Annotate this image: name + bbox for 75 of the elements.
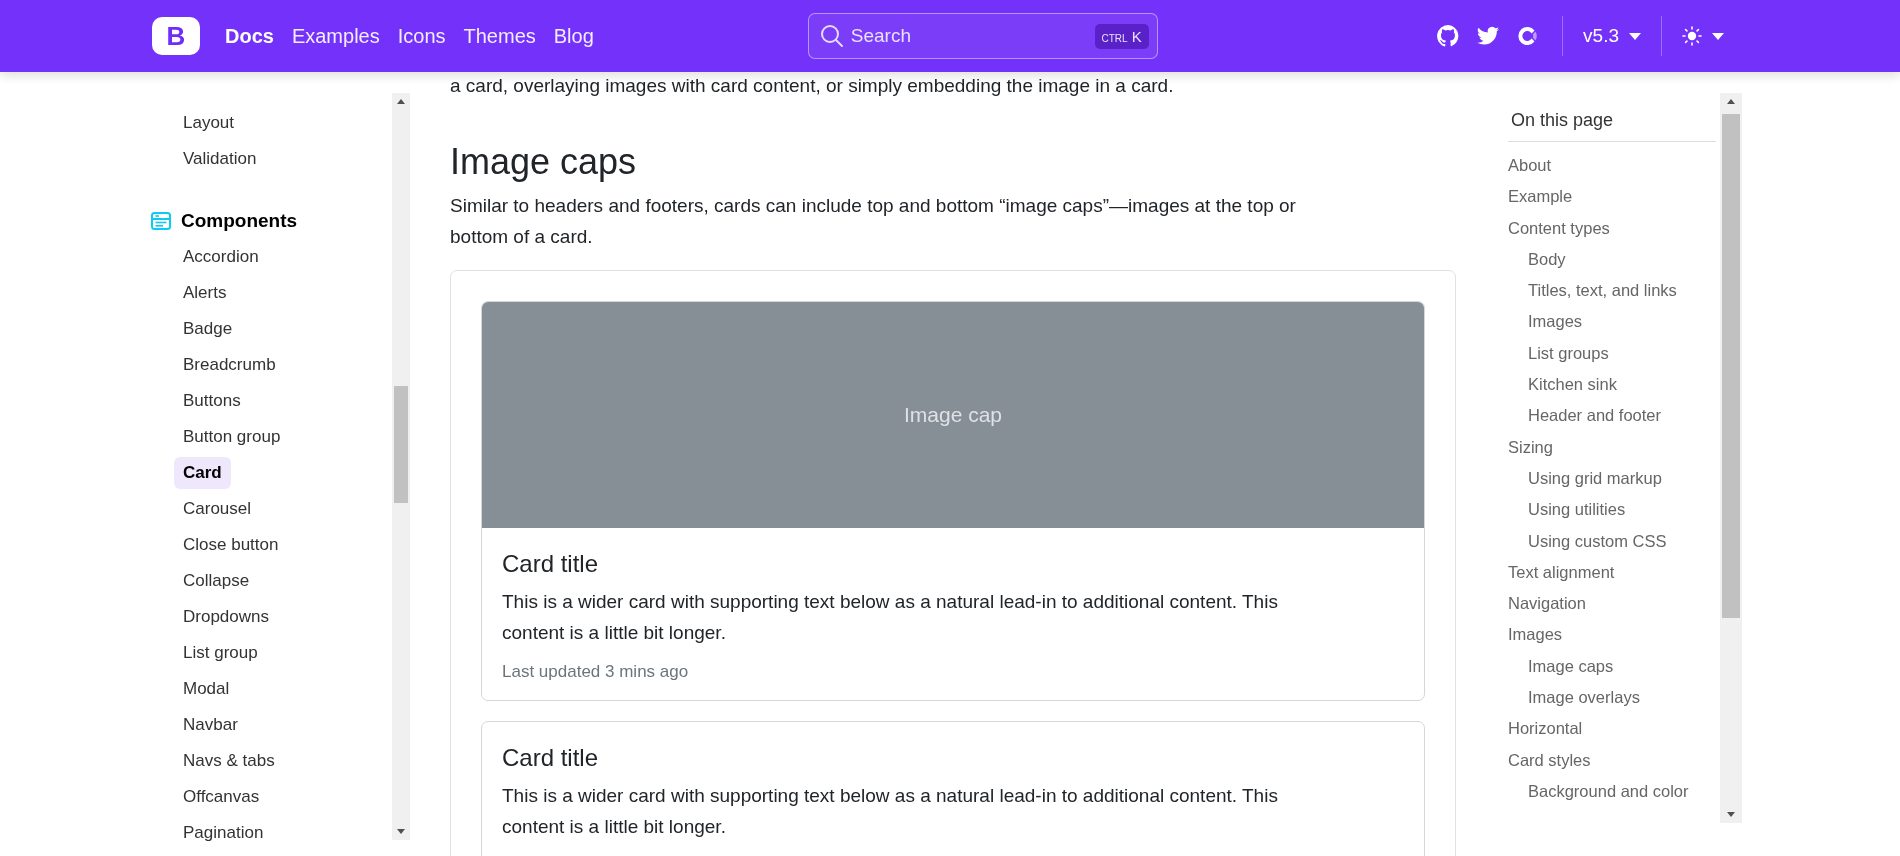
- toc-link[interactable]: Images: [1528, 306, 1583, 338]
- card-title: Card title: [502, 550, 600, 578]
- sidebar-link[interactable]: List group: [174, 635, 267, 671]
- layers-icon: [151, 212, 171, 230]
- toc-link[interactable]: Image caps: [1528, 650, 1614, 683]
- toc-link[interactable]: Header and footer: [1528, 400, 1661, 432]
- sidebar-link[interactable]: Pagination: [174, 815, 273, 851]
- bird-icon[interactable]: [1476, 24, 1501, 48]
- sidebar-link[interactable]: Modal: [174, 671, 239, 707]
- toc-link[interactable]: Titles, text, and links: [1528, 275, 1677, 307]
- sidebar-link[interactable]: Layout: [174, 105, 244, 141]
- sidebar-link[interactable]: Collapse: [174, 563, 259, 599]
- paragraph: a card, overlaying images with card content, or simply embedding the image in a card.: [450, 74, 1175, 98]
- sun-icon: [1682, 26, 1702, 46]
- nav-link[interactable]: Blog: [544, 18, 603, 54]
- scrollbar-thumb[interactable]: [394, 386, 408, 503]
- search-button[interactable]: Search CTRL K: [807, 13, 1158, 59]
- toc-link[interactable]: Text alignment: [1508, 556, 1615, 589]
- sidebar-link[interactable]: Navbar: [174, 707, 247, 743]
- scroll-up-icon[interactable]: [397, 99, 405, 104]
- nav-link[interactable]: Themes: [454, 18, 545, 54]
- toc-link[interactable]: Kitchen sink: [1528, 369, 1617, 401]
- sidebar-link[interactable]: Validation: [174, 141, 266, 177]
- card-title: Card title: [502, 744, 600, 772]
- heading: Image caps: [450, 140, 638, 184]
- shortcut-key: CTRL K: [1094, 23, 1149, 49]
- sidebar-link[interactable]: Offcanvas: [174, 779, 269, 815]
- sidebar-link[interactable]: Carousel: [174, 491, 261, 527]
- nav-link[interactable]: Examples: [282, 18, 389, 54]
- search-icon: [819, 24, 844, 48]
- nav-link[interactable]: Icons: [388, 18, 455, 54]
- scrollbar[interactable]: [392, 93, 410, 840]
- toc-link[interactable]: Using custom CSS: [1528, 525, 1667, 557]
- toc-link[interactable]: Images: [1508, 619, 1563, 651]
- toc-link[interactable]: Card styles: [1508, 744, 1591, 776]
- scroll-down-icon[interactable]: [397, 829, 405, 834]
- sidebar-link[interactable]: Button group: [174, 419, 290, 455]
- sidebar-link[interactable]: Alerts: [174, 275, 236, 311]
- section-heading: Components: [181, 210, 298, 232]
- sidebar-link[interactable]: Card: [174, 457, 231, 489]
- card-footnote: Last updated 3 mins ago: [502, 662, 690, 682]
- toc-link[interactable]: Content types: [1508, 212, 1610, 244]
- sidebar-link[interactable]: Buttons: [174, 383, 250, 419]
- card-text: This is a wider card with supporting text below as a natural lead-in to additional content. This content is a little bit longer.: [502, 590, 1279, 645]
- toc-link[interactable]: Example: [1508, 181, 1573, 213]
- toc-link[interactable]: Using utilities: [1528, 494, 1626, 526]
- caret-icon: [1712, 32, 1724, 40]
- toc-link[interactable]: Body: [1528, 243, 1566, 276]
- scrollbar-thumb[interactable]: [1722, 114, 1740, 618]
- image-cap: Image cap: [482, 302, 1424, 528]
- sidebar-link[interactable]: Dropdowns: [174, 599, 278, 635]
- sidebar-link[interactable]: Close button: [174, 527, 288, 563]
- logo[interactable]: B: [152, 17, 200, 55]
- toc-link[interactable]: Sizing: [1508, 431, 1553, 463]
- toc-link[interactable]: Navigation: [1508, 588, 1586, 620]
- scroll-up-icon[interactable]: [1727, 99, 1735, 104]
- nav-link[interactable]: Docs: [216, 18, 283, 54]
- toc-link[interactable]: Image overlays: [1528, 682, 1640, 714]
- toc-link[interactable]: Horizontal: [1508, 713, 1583, 745]
- paragraph: Similar to headers and footers, cards can include top and bottom “image caps”—images at the top or bottom of a card.: [450, 194, 1297, 249]
- toc-heading: On this page: [1508, 110, 1716, 142]
- github-icon[interactable]: [1436, 24, 1461, 48]
- version-dropdown[interactable]: v5.3: [1577, 21, 1647, 51]
- sidebar-link[interactable]: Accordion: [174, 239, 268, 275]
- toc-link[interactable]: Using grid markup: [1528, 462, 1662, 495]
- scrollbar[interactable]: [1720, 93, 1742, 823]
- scroll-down-icon[interactable]: [1727, 812, 1735, 817]
- toc-link[interactable]: Background and color: [1528, 775, 1689, 808]
- sidebar-link[interactable]: Navs & tabs: [174, 743, 284, 779]
- sidebar-link[interactable]: Breadcrumb: [174, 347, 285, 383]
- sidebar-link[interactable]: Badge: [174, 311, 242, 347]
- toc-link[interactable]: About: [1508, 150, 1552, 182]
- card-text: This is a wider card with supporting text below as a natural lead-in to additional content. This content is a little bit longer.: [502, 784, 1279, 839]
- caret-icon: [1629, 32, 1641, 40]
- toc-link[interactable]: List groups: [1528, 337, 1609, 370]
